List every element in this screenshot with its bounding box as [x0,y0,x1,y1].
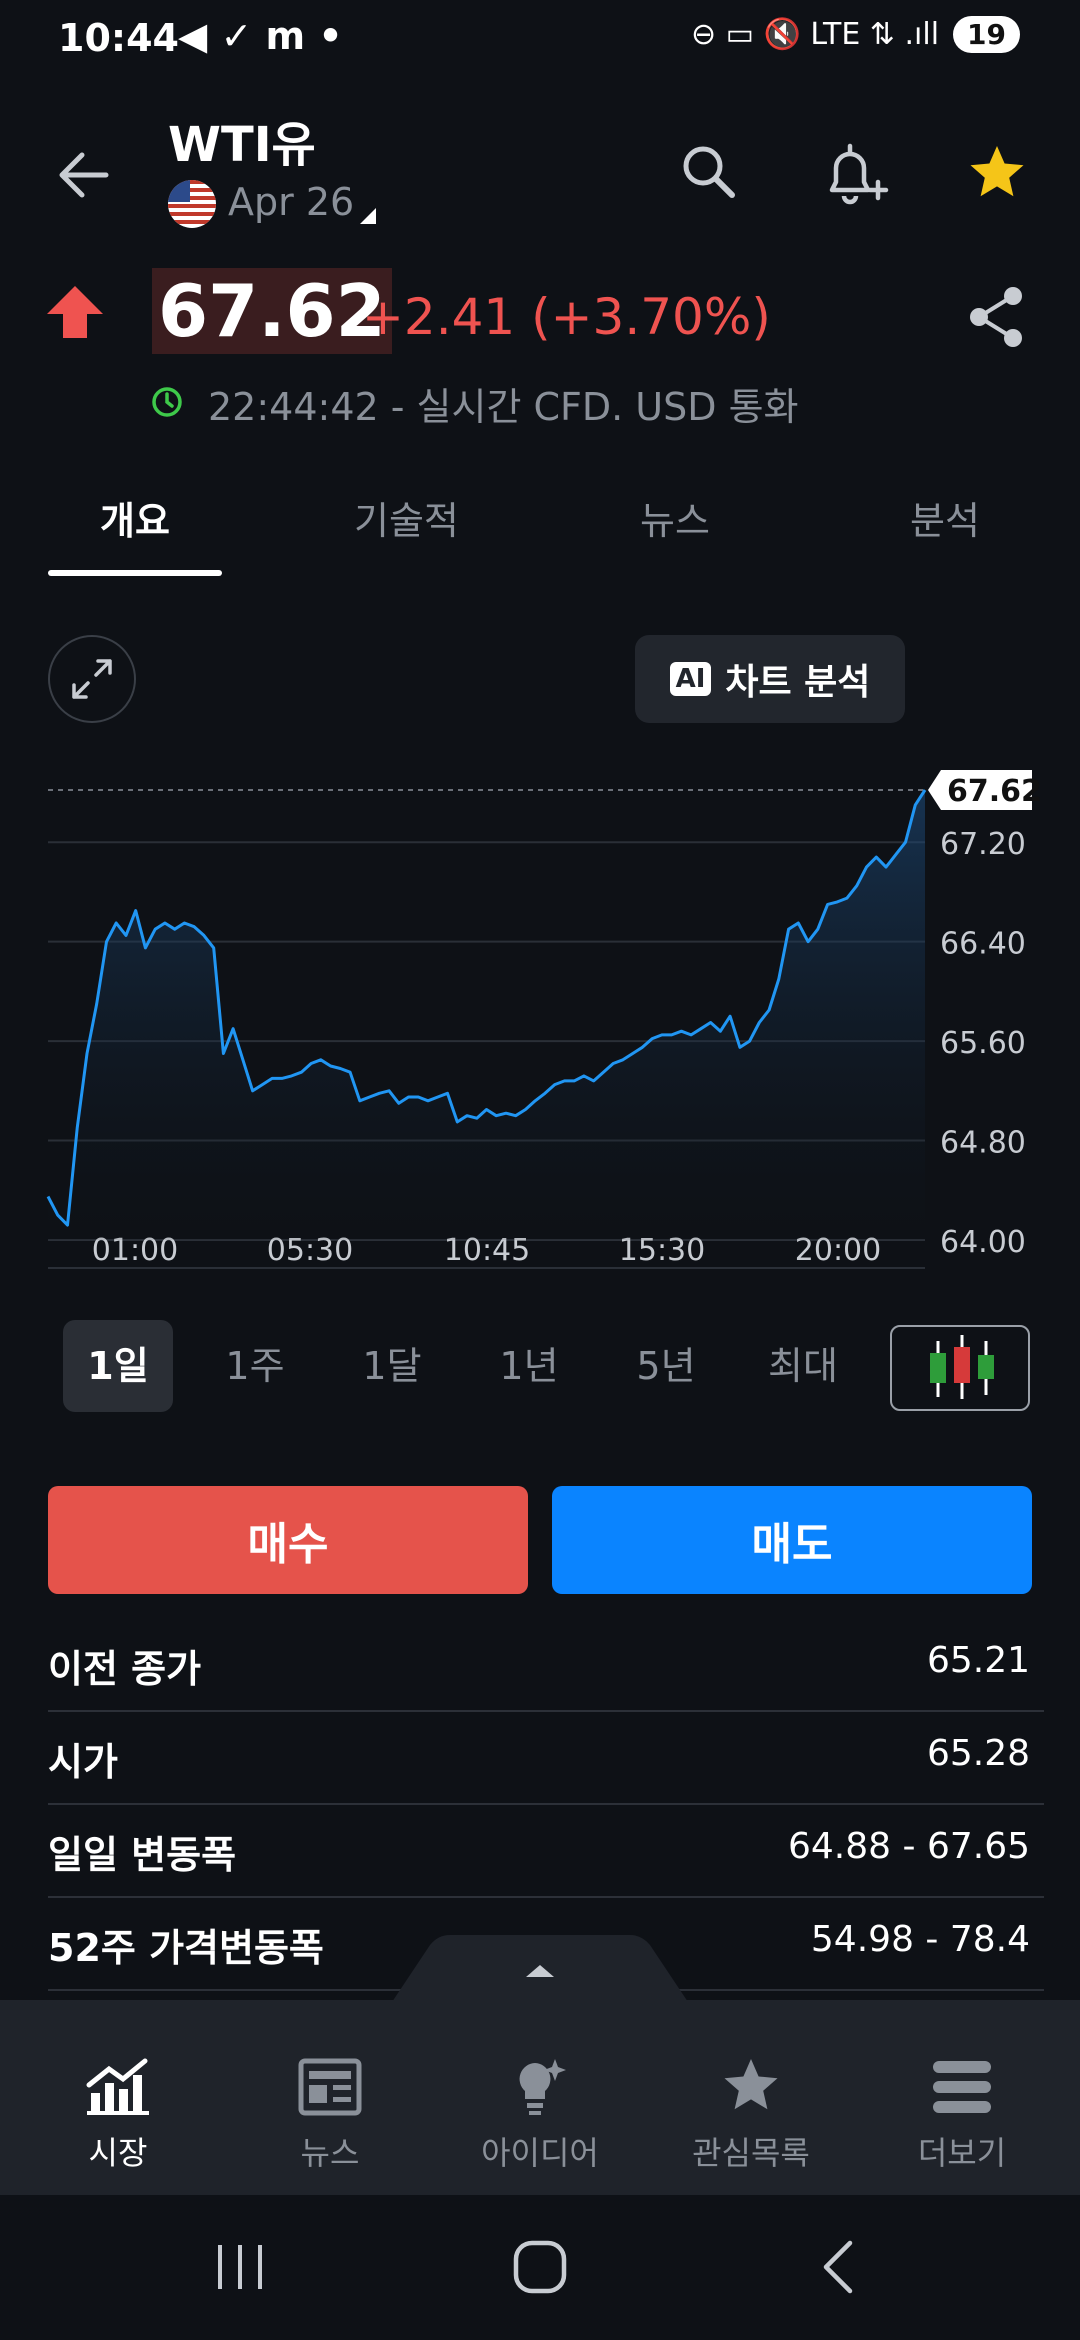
stat-row-prev-close: 이전 종가 65.21 [48,1618,1044,1712]
star-icon [970,146,1024,197]
status-bar: 10:44 ◀ ✓ m • ⊖ ▭ 🔇 LTE ⇅ .ıll 19 [0,0,1080,80]
nav-watchlist[interactable]: 관심목록 [661,2000,841,2195]
system-back-icon[interactable] [810,2237,870,2297]
share-icon [970,287,1022,347]
nav-label: 시장 [88,2134,148,2172]
recents-icon[interactable] [210,2237,270,2297]
home-icon[interactable] [510,2237,570,2297]
y-tick-label: 65.60 [940,1026,1026,1061]
clock-icon [150,385,184,419]
tab-bar: 개요 기술적 뉴스 분석 [48,470,1052,580]
stat-label: 시가 [48,1740,118,1784]
nav-more[interactable]: 더보기 [872,2000,1052,2195]
last-price-label: 67.62 [928,770,1042,810]
battery-icon: 19 [953,16,1020,53]
bottom-navigation: 시장 뉴스 아이디어 관심목록 더보기 [0,2000,1080,2195]
add-alert-button[interactable] [818,138,892,212]
lightbulb-icon [519,2059,566,2115]
notification-icons: ◀ ✓ m • [178,14,343,58]
nav-ideas[interactable]: 아이디어 [450,2000,630,2195]
stat-value: 64.88 - 67.65 [788,1826,1030,1867]
period-1m[interactable]: 1달 [337,1320,447,1412]
search-icon [683,146,735,198]
share-button[interactable] [965,284,1027,350]
system-navigation-bar [0,2195,1080,2340]
y-tick-label: 64.00 [940,1225,1026,1260]
tab-technical[interactable]: 기술적 [354,490,459,545]
page-title: WTI유 [168,117,316,173]
us-flag-icon [168,180,216,228]
y-tick-label: 64.80 [940,1126,1026,1161]
arrow-left-icon [59,152,109,198]
nav-label: 더보기 [917,2134,1007,2172]
quote-timestamp: 22:44:42 - 실시간 CFD. USD 통화 [208,385,799,429]
period-max[interactable]: 최대 [748,1320,858,1412]
stat-row-day-range: 일일 변동폭 64.88 - 67.65 [48,1804,1044,1898]
ai-icon: AI [669,662,712,696]
nav-label: 관심목록 [692,2134,810,2172]
menu-icon [933,2061,991,2113]
y-tick-label: 66.40 [940,927,1026,962]
stat-value: 65.28 [926,1733,1030,1774]
period-1d[interactable]: 1일 [63,1320,173,1412]
price-change: +2.41 (+3.70%) [362,288,771,346]
market-chart-icon [86,2058,149,2115]
tab-news[interactable]: 뉴스 [640,490,710,545]
bell-plus-icon [829,143,889,205]
system-icons: ⊖ ▭ 🔇 LTE ⇅ .ıll [690,17,940,52]
star-icon [724,2059,778,2110]
stat-value: 65.21 [926,1640,1030,1681]
price-chart[interactable]: 67.2066.4065.6064.8064.0001:00 05:30 10:45… [0,760,1080,1280]
expand-panel-handle[interactable] [390,1935,690,2005]
tab-overview[interactable]: 개요 [100,490,170,545]
search-button[interactable] [675,138,745,208]
nav-label: 뉴스 [300,2134,360,2172]
expand-icon [72,659,112,699]
svg-text:67.62: 67.62 [947,774,1042,809]
tab-analysis[interactable]: 분석 [910,490,980,545]
tab-indicator [48,570,222,576]
back-button[interactable] [50,140,120,210]
period-1w[interactable]: 1주 [200,1320,310,1412]
chart-type-button[interactable] [890,1325,1030,1411]
period-1y[interactable]: 1년 [474,1320,584,1412]
sell-button[interactable]: 매도 [552,1486,1032,1594]
system-status-icons: ⊖ ▭ 🔇 LTE ⇅ .ıll 19 [691,16,1020,53]
nav-label: 아이디어 [481,2134,599,2172]
period-5y[interactable]: 5년 [611,1320,721,1412]
nav-news[interactable]: 뉴스 [240,2000,420,2195]
watchlist-star-button[interactable] [962,138,1032,208]
newspaper-icon [298,2058,362,2116]
fullscreen-button[interactable] [48,635,136,723]
ai-chart-analysis-button[interactable]: AI 차트 분석 [635,635,905,723]
stat-label: 이전 종가 [48,1647,202,1691]
candlestick-icon [930,1335,994,1399]
stat-label: 52주 가격변동폭 [48,1926,324,1970]
stat-row-open: 시가 65.28 [48,1711,1044,1805]
price-up-arrow-icon [45,284,105,340]
stat-value: 54.98 - 78.4 [810,1919,1030,1960]
ai-button-label: 차트 분석 [725,662,871,703]
nav-market[interactable]: 시장 [28,2000,208,2195]
price-area [48,790,925,1240]
y-tick-label: 67.20 [940,827,1026,862]
stat-label: 일일 변동폭 [48,1833,237,1877]
buy-button[interactable]: 매수 [48,1486,528,1594]
last-price: 67.62 [152,268,392,354]
chevron-up-icon [390,1935,690,2005]
contract-date[interactable]: Apr 26 [228,180,354,224]
status-time: 10:44 [58,16,179,60]
caret-down-icon[interactable] [360,208,376,224]
